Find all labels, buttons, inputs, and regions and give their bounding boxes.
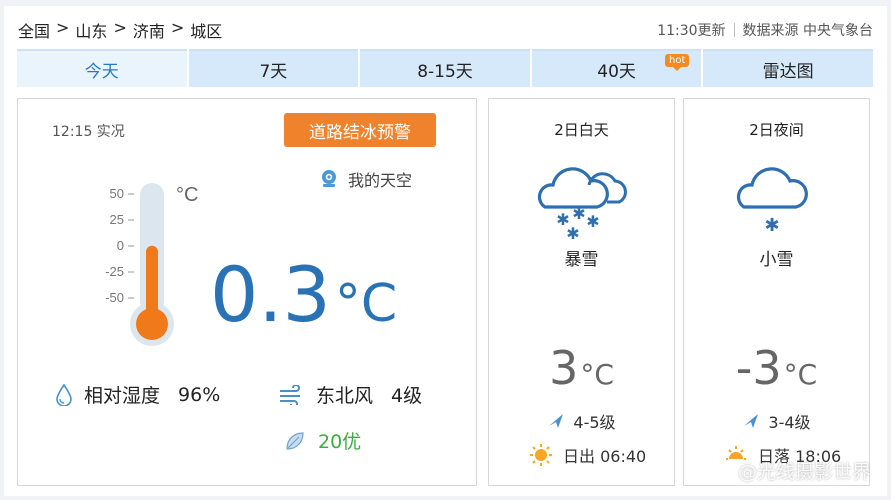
leaf-icon xyxy=(286,431,304,450)
weather-page: 全国 > 山东 > 济南 > 城区 11:30更新 数据来源 中央气象台 今天 … xyxy=(4,6,887,496)
wind-direction-icon xyxy=(549,414,564,428)
forecast-temp-unit: °C xyxy=(580,358,614,391)
breadcrumb: 全国 > 山东 > 济南 > 城区 xyxy=(18,18,222,42)
observation-time: 12:15 实况 xyxy=(52,124,125,140)
sunrise-time: 日出 06:40 xyxy=(563,447,647,466)
road-icing-warning-button[interactable]: 道路结冰预警 xyxy=(284,113,436,147)
forecast-title: 2日白天 xyxy=(554,121,609,139)
hot-badge: hot xyxy=(664,54,690,71)
forecast-temp-value: 3 xyxy=(549,341,579,395)
temperature-value: 0.3 xyxy=(210,250,331,339)
forecast-temp-value: -3 xyxy=(735,341,782,395)
breadcrumb-item-district: 城区 xyxy=(190,22,223,41)
forecast-wind-level: 4-5级 xyxy=(573,413,616,432)
weather-description: 小雪 xyxy=(759,250,794,270)
thermometer-icon: 50 25 0 -25 -50 °C xyxy=(105,183,198,346)
wind-level: 4级 xyxy=(391,385,423,407)
temperature-unit: °C xyxy=(334,274,398,334)
weather-description: 暴雪 xyxy=(564,250,599,270)
humidity-value: 96% xyxy=(178,383,221,406)
camera-icon xyxy=(322,170,336,187)
wind-icon xyxy=(280,384,300,405)
breadcrumb-separator: > xyxy=(56,18,70,37)
tab-today[interactable]: 今天 xyxy=(17,49,187,87)
watermark-text: @光线摄影世界 xyxy=(737,461,871,483)
forecast-card-day: 2日白天 ✱ ✱ ✱ ✱ 暴雪 3 °C 4-5级 日出 06:40 xyxy=(488,98,675,486)
current-conditions-panel: 12:15 实况 道路结冰预警 我的天空 50 25 0 -25 -50 °C … xyxy=(17,98,477,486)
svg-text:✱: ✱ xyxy=(764,215,779,236)
thermo-tick-label: -50 xyxy=(105,290,124,305)
top-bar: 全国 > 山东 > 济南 > 城区 11:30更新 数据来源 中央气象台 xyxy=(18,16,873,44)
forecast-wind-level: 3-4级 xyxy=(768,413,811,432)
breadcrumb-separator: > xyxy=(170,18,185,37)
light-snow-icon: ✱ xyxy=(736,167,808,236)
sunrise-row: 日出 06:40 xyxy=(529,443,646,467)
forecast-title: 2日夜间 xyxy=(749,121,804,139)
thermo-tick-label: 25 xyxy=(110,212,124,227)
breadcrumb-item-province[interactable]: 山东 xyxy=(75,18,107,42)
humidity-label: 相对湿度 xyxy=(84,385,161,407)
sun-icon xyxy=(530,444,552,466)
data-source-info: 11:30更新 数据来源 中央气象台 xyxy=(657,20,873,40)
svg-text:✱: ✱ xyxy=(566,224,579,239)
data-source: 数据来源 中央气象台 xyxy=(742,23,873,39)
thermo-tick-label: -25 xyxy=(105,264,124,279)
tab-radar[interactable]: 雷达图 xyxy=(703,49,873,87)
forecast-temperature: 3 °C xyxy=(489,341,674,395)
wind-direction: 东北风 xyxy=(316,385,374,407)
tab-7-days[interactable]: 7天 xyxy=(188,49,359,87)
thermo-tick-label: 0 xyxy=(117,238,124,253)
forecast-temp-unit: °C xyxy=(783,358,818,391)
wind-direction-icon xyxy=(744,414,759,428)
forecast-tabs: 今天 7天 8-15天 40天 hot 雷达图 xyxy=(17,49,873,87)
update-time: 11:30更新 xyxy=(657,23,726,39)
water-drop-icon xyxy=(56,383,72,406)
svg-text:✱: ✱ xyxy=(572,204,585,223)
heavy-snow-icon: ✱ ✱ ✱✱ xyxy=(537,167,627,239)
forecast-wind: 3-4级 xyxy=(684,409,869,433)
humidity-row: 相对湿度 96% xyxy=(56,381,220,408)
breadcrumb-item-city[interactable]: 济南 xyxy=(133,18,165,42)
thermo-unit: °C xyxy=(176,184,198,206)
my-sky-link[interactable]: 我的天空 xyxy=(320,167,412,191)
current-temperature: 0.3 °C xyxy=(210,257,397,333)
svg-text:✱: ✱ xyxy=(586,212,599,231)
air-quality-row[interactable]: 20优 xyxy=(284,427,361,454)
breadcrumb-separator: > xyxy=(113,18,127,37)
watermark: @光线摄影世界 xyxy=(738,457,871,484)
forecast-temperature: -3 °C xyxy=(684,341,869,395)
wind-row: 东北风 4级 xyxy=(278,381,422,408)
air-quality-value: 20优 xyxy=(318,431,362,453)
tab-40-days-label: 40天 xyxy=(597,61,636,82)
tab-8-15-days[interactable]: 8-15天 xyxy=(360,49,530,87)
breadcrumb-item-country[interactable]: 全国 xyxy=(18,18,50,42)
tab-40-days[interactable]: 40天 hot xyxy=(531,49,702,87)
divider xyxy=(733,23,735,37)
forecast-card-night: 2日夜间 ✱ 小雪 -3 °C 3-4级 日落 18:06 xyxy=(683,98,870,486)
thermo-tick-label: 50 xyxy=(110,186,124,201)
my-sky-label: 我的天空 xyxy=(348,171,413,190)
forecast-wind: 4-5级 xyxy=(489,409,674,433)
